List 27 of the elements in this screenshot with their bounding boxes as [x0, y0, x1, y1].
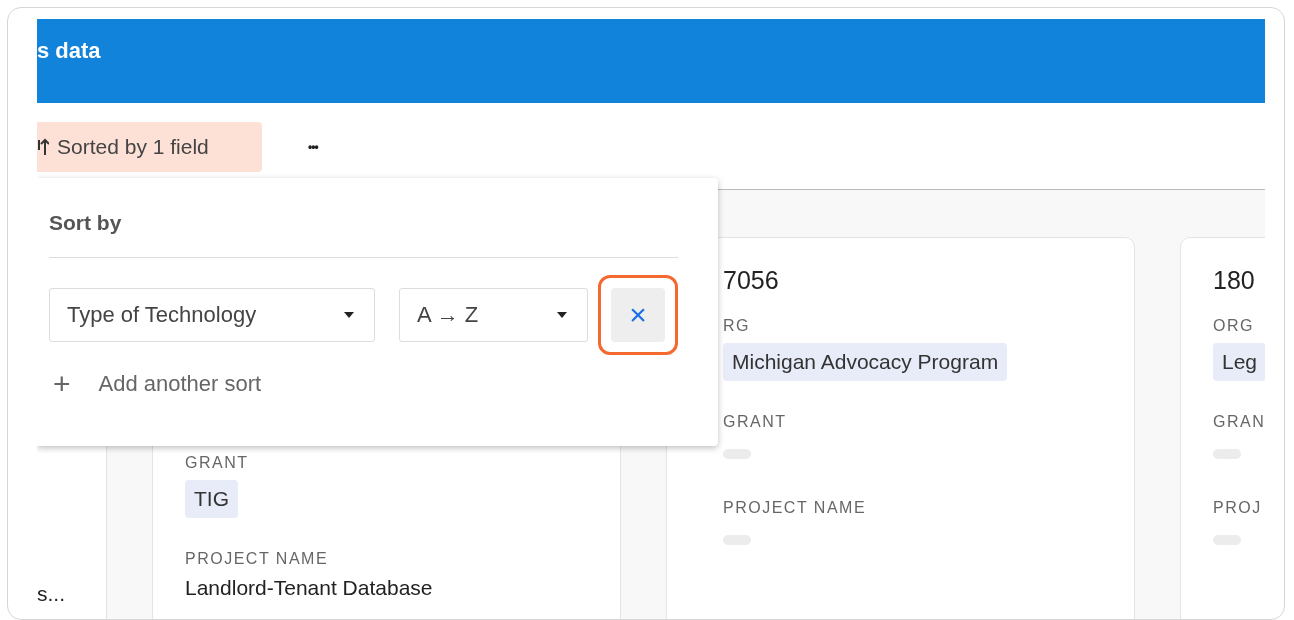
value-tag: TIG: [185, 480, 238, 518]
field-value: s...: [37, 582, 65, 606]
popup-title: Sort by: [49, 211, 123, 235]
page-title: s data: [37, 38, 101, 64]
field-label: RG: [723, 317, 750, 335]
more-button[interactable]: •••: [302, 122, 324, 172]
field-label: GRANT: [185, 454, 249, 472]
remove-sort-button[interactable]: ×: [611, 288, 665, 342]
field-dropdown[interactable]: Type of Technology: [49, 288, 376, 342]
field-label: GRANT: [723, 413, 787, 431]
caret-icon: [344, 312, 355, 318]
card-title: 180: [1213, 266, 1255, 295]
value-tag: Leg: [1213, 343, 1265, 381]
field-label: PROJ: [1213, 499, 1262, 517]
order-dropdown[interactable]: A → Z: [399, 288, 588, 342]
add-sort-button[interactable]: + Add another sort: [49, 367, 262, 401]
sort-arrows-icon: [37, 138, 49, 156]
field-value: Landlord-Tenant Database: [185, 576, 433, 600]
field-label: PROJECT NAME: [185, 550, 329, 568]
field-label: PROJECT NAME: [723, 499, 867, 517]
value-tag: Michigan Advocacy Program: [723, 343, 1008, 381]
sort-button[interactable]: Sorted by 1 field: [37, 122, 262, 172]
field-label: GRAN: [1213, 413, 1265, 431]
caret-icon: [557, 312, 567, 318]
field-label: ORG: [1213, 317, 1254, 335]
plus-icon: +: [53, 367, 71, 401]
card-title: 7056: [723, 266, 779, 295]
